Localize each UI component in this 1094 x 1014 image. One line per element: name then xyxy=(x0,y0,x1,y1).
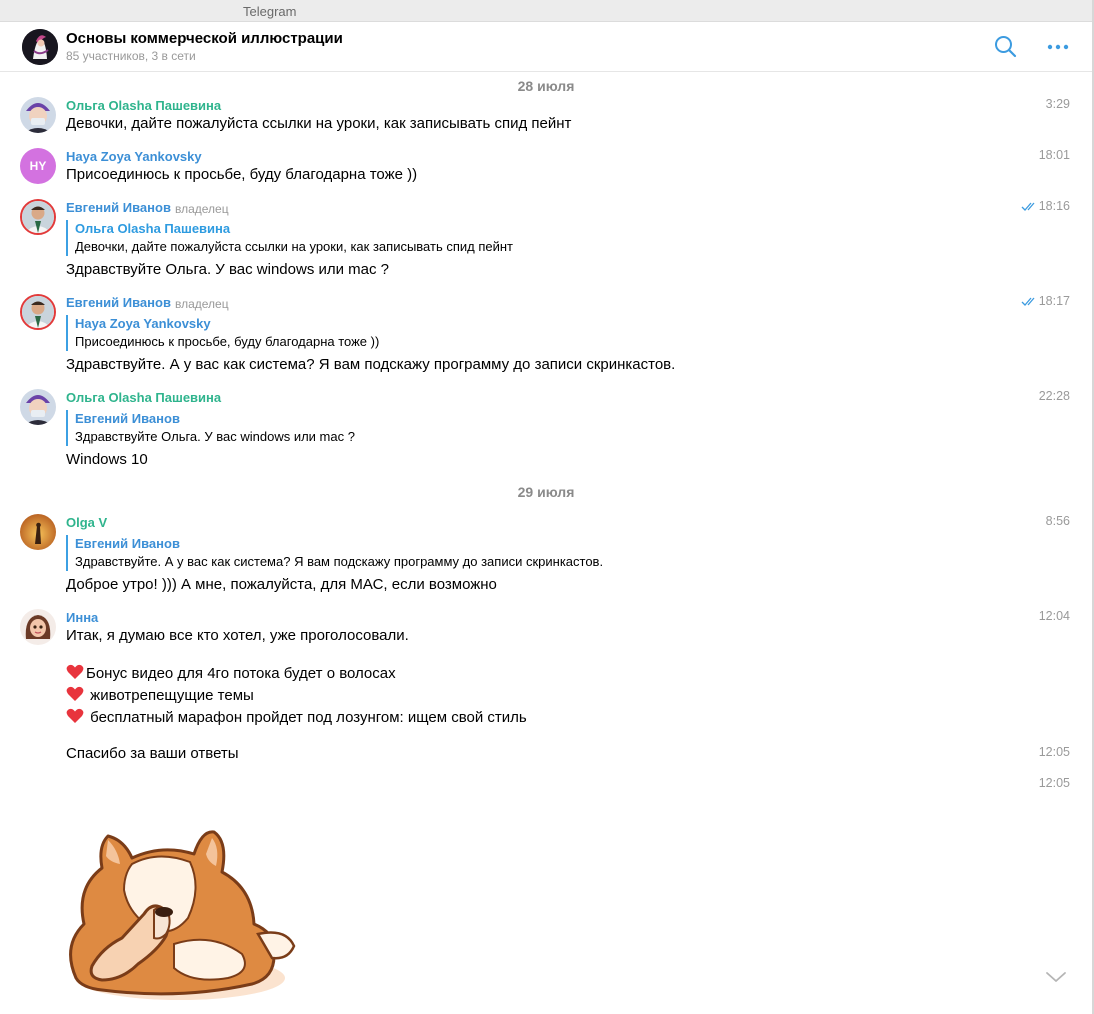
reply-quote[interactable]: Haya Zoya Yankovsky Присоединюсь к прось… xyxy=(66,315,379,351)
message-time: 3:29 xyxy=(1045,97,1070,111)
message-text: Девочки, дайте пожалуйста ссылки на урок… xyxy=(66,115,572,132)
heart-icon xyxy=(66,708,84,723)
avatar[interactable] xyxy=(20,199,56,235)
reply-author: Евгений Иванов xyxy=(75,536,180,551)
double-check-icon xyxy=(1021,202,1035,211)
more-icon xyxy=(1047,44,1069,50)
list-item-text: бесплатный марафон пройдет под лозунгом:… xyxy=(86,709,527,726)
date-separator: 29 июля xyxy=(517,484,575,500)
message-time: 18:01 xyxy=(1038,148,1070,162)
message-text: Итак, я думаю все кто хотел, уже проголо… xyxy=(66,627,409,644)
reply-text: Здравствуйте. А у вас как система? Я вам… xyxy=(75,554,604,569)
message-text: Спасибо за ваши ответы xyxy=(66,745,239,762)
avatar[interactable] xyxy=(20,514,56,550)
sender-name[interactable]: Евгений Иванов xyxy=(66,200,171,215)
message-time: 18:17 xyxy=(1038,294,1070,308)
message-time: 12:05 xyxy=(1038,776,1070,790)
chat-title[interactable]: Основы коммерческой иллюстрации xyxy=(66,30,343,47)
search-button[interactable] xyxy=(993,34,1019,60)
more-button[interactable] xyxy=(1046,34,1070,60)
avatar[interactable] xyxy=(20,97,56,133)
sender-name[interactable]: Olga V xyxy=(66,515,107,530)
role-badge: владелец xyxy=(175,202,229,216)
avatar[interactable] xyxy=(20,389,56,425)
heart-icon xyxy=(66,664,84,679)
chat-header: Основы коммерческой иллюстрации 85 участ… xyxy=(0,22,1092,72)
reply-text: Здравствуйте Ольга. У вас windows или ma… xyxy=(75,429,355,444)
list-item-text: животрепещущие темы xyxy=(86,687,254,704)
message-text: Здравствуйте. А у вас как система? Я вам… xyxy=(66,356,676,373)
reply-author: Ольга Olasha Пашевина xyxy=(75,221,231,236)
sender-name[interactable]: Инна xyxy=(66,610,98,625)
list-item-text: Бонус видео для 4го потока будет о волос… xyxy=(86,665,396,682)
reply-text: Девочки, дайте пожалуйста ссылки на урок… xyxy=(75,239,514,254)
search-icon xyxy=(995,36,1017,58)
chat-subtitle: 85 участников, 3 в сети xyxy=(66,49,196,63)
reply-quote[interactable]: Евгений Иванов Здравствуйте Ольга. У вас… xyxy=(66,410,355,446)
avatar[interactable] xyxy=(20,294,56,330)
message-text: Доброе утро! ))) А мне, пожалуйста, для … xyxy=(66,576,497,593)
reply-quote[interactable]: Ольга Olasha Пашевина Девочки, дайте пож… xyxy=(66,220,513,256)
message-text: Здравствуйте Ольга. У вас windows или ma… xyxy=(66,261,390,278)
sender-name[interactable]: Ольга Olasha Пашевина xyxy=(66,98,221,113)
message-time: 12:04 xyxy=(1038,609,1070,623)
heart-icon xyxy=(66,686,84,701)
date-separator: 28 июля xyxy=(517,78,575,94)
sender-name[interactable]: Евгений Иванов xyxy=(66,295,171,310)
chat-avatar[interactable] xyxy=(22,29,58,65)
message-text: Присоединюсь к просьбе, буду благодарна … xyxy=(66,166,418,183)
reply-text: Присоединюсь к просьбе, буду благодарна … xyxy=(75,334,380,349)
double-check-icon xyxy=(1021,297,1035,306)
sender-name[interactable]: Ольга Olasha Пашевина xyxy=(66,390,221,405)
role-badge: владелец xyxy=(175,297,229,311)
window-title: Telegram xyxy=(243,4,297,19)
reply-author: Haya Zoya Yankovsky xyxy=(75,316,211,331)
sender-name[interactable]: Haya Zoya Yankovsky xyxy=(66,149,202,164)
message-time: 18:16 xyxy=(1038,199,1070,213)
message-list[interactable]: 28 июля Ольга Olasha Пашевина Девочки, д… xyxy=(0,72,1092,1014)
list-item: Бонус видео для 4го потока будет о волос… xyxy=(66,664,396,682)
message-time: 12:05 xyxy=(1038,745,1070,759)
reply-author: Евгений Иванов xyxy=(75,411,180,426)
message-time: 8:56 xyxy=(1045,514,1070,528)
list-item: животрепещущие темы xyxy=(66,686,254,704)
scroll-down-button[interactable] xyxy=(1044,969,1068,985)
avatar[interactable] xyxy=(20,609,56,645)
message-time: 22:28 xyxy=(1038,389,1070,403)
corgi-sticker[interactable] xyxy=(62,828,298,1004)
reply-quote[interactable]: Евгений Иванов Здравствуйте. А у вас как… xyxy=(66,535,603,571)
window-titlebar: Telegram xyxy=(0,0,1094,22)
message-text: Windows 10 xyxy=(66,451,148,468)
chevron-down-icon xyxy=(1046,972,1066,982)
list-item: бесплатный марафон пройдет под лозунгом:… xyxy=(66,708,527,726)
avatar[interactable]: HY xyxy=(20,148,56,184)
